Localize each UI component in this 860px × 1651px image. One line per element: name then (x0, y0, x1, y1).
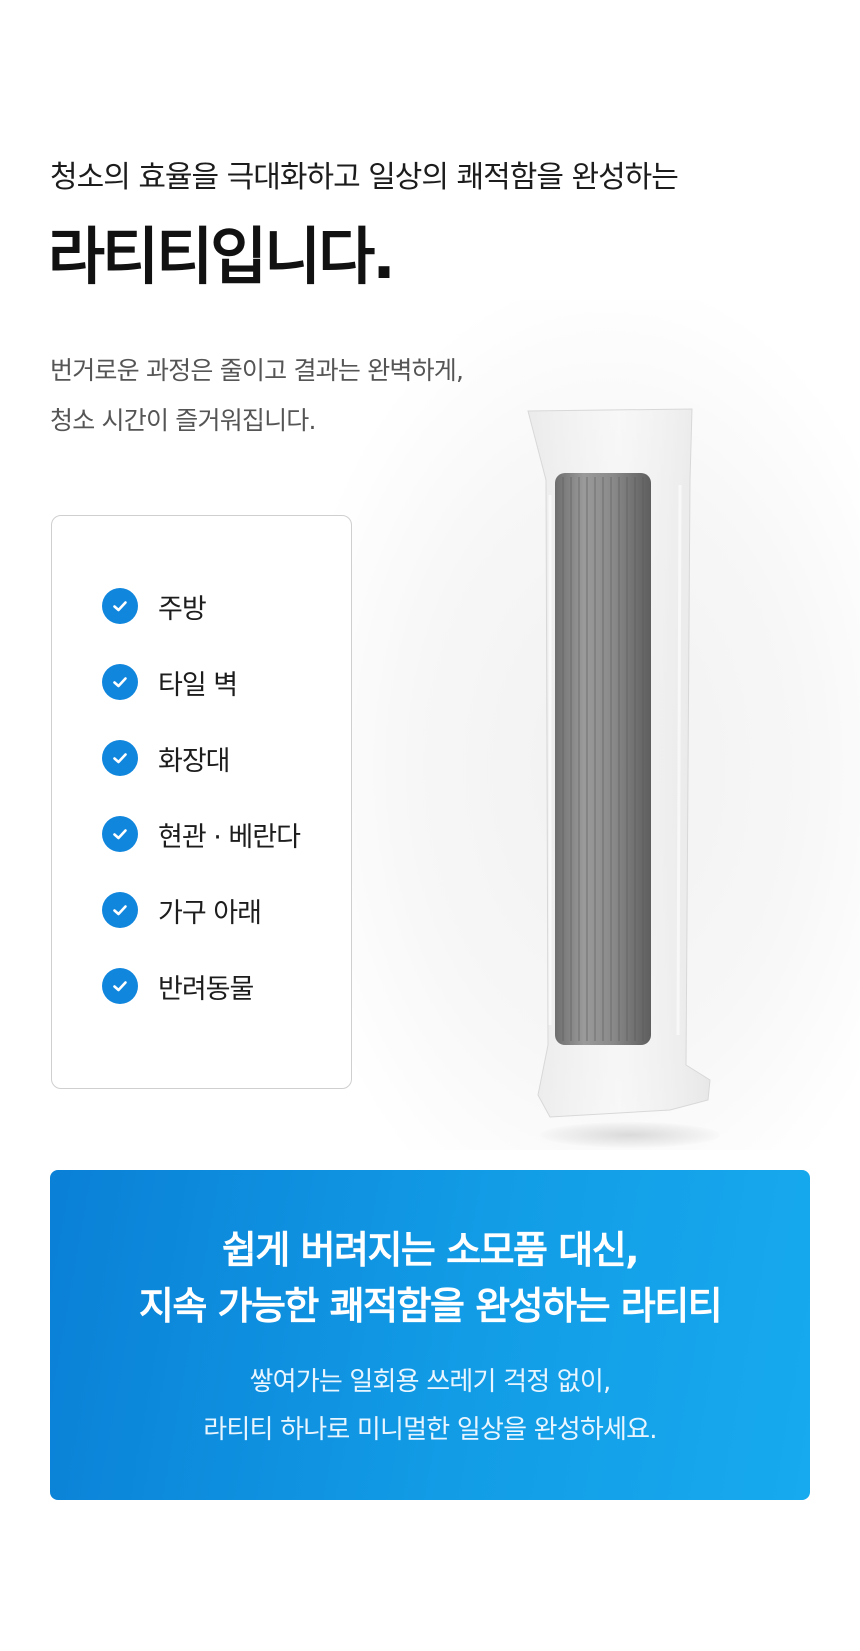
check-circle-icon (102, 740, 138, 776)
usage-item-pets: 반려동물 (102, 966, 254, 1006)
intro-description: 번거로운 과정은 줄이고 결과는 완벽하게, 청소 시간이 즐거워집니다. (50, 346, 464, 446)
product-image (527, 408, 711, 1118)
check-circle-icon (102, 968, 138, 1004)
usage-label: 반려동물 (158, 973, 254, 1005)
description-line: 번거로운 과정은 줄이고 결과는 완벽하게, (50, 356, 464, 385)
usage-item-kitchen: 주방 (102, 586, 207, 626)
usage-label: 타일 벽 (158, 669, 238, 701)
banner-body: 쌓여가는 일회용 쓰레기 걱정 없이, 라티티 하나로 미니멀한 일상을 완성하… (50, 1358, 810, 1454)
sustainability-banner: 쉽게 버려지는 소모품 대신, 지속 가능한 쾌적함을 완성하는 라티티 쌓여가… (50, 1170, 810, 1500)
usage-label: 현관 · 베란다 (158, 821, 301, 853)
usage-item-entrance-veranda: 현관 · 베란다 (102, 814, 301, 854)
intro-subtitle: 청소의 효율을 극대화하고 일상의 쾌적함을 완성하는 (50, 160, 679, 195)
check-circle-icon (102, 588, 138, 624)
intro-headline: 라티티입니다. (48, 220, 396, 293)
banner-body-line: 쌓여가는 일회용 쓰레기 걱정 없이, (249, 1367, 611, 1397)
check-circle-icon (102, 892, 138, 928)
usage-item-under-furniture: 가구 아래 (102, 890, 262, 930)
usage-label: 주방 (158, 593, 207, 625)
usage-item-tile-wall: 타일 벽 (102, 662, 238, 702)
check-circle-icon (102, 664, 138, 700)
banner-headline-line: 지속 가능한 쾌적함을 완성하는 라티티 (138, 1284, 723, 1328)
banner-body-line: 라티티 하나로 미니멀한 일상을 완성하세요. (203, 1415, 657, 1445)
usage-label: 화장대 (158, 745, 231, 777)
banner-headline-line: 쉽게 버려지는 소모품 대신, (221, 1228, 640, 1272)
usage-item-vanity: 화장대 (102, 738, 231, 778)
usage-list-card: 주방 타일 벽 화장대 현관 · 베란다 가구 아래 반려동물 (51, 515, 352, 1089)
check-circle-icon (102, 816, 138, 852)
product-shadow (540, 1122, 720, 1148)
banner-headline: 쉽게 버려지는 소모품 대신, 지속 가능한 쾌적함을 완성하는 라티티 (50, 1222, 810, 1334)
description-line: 청소 시간이 즐거워집니다. (50, 406, 316, 435)
usage-label: 가구 아래 (158, 897, 262, 929)
